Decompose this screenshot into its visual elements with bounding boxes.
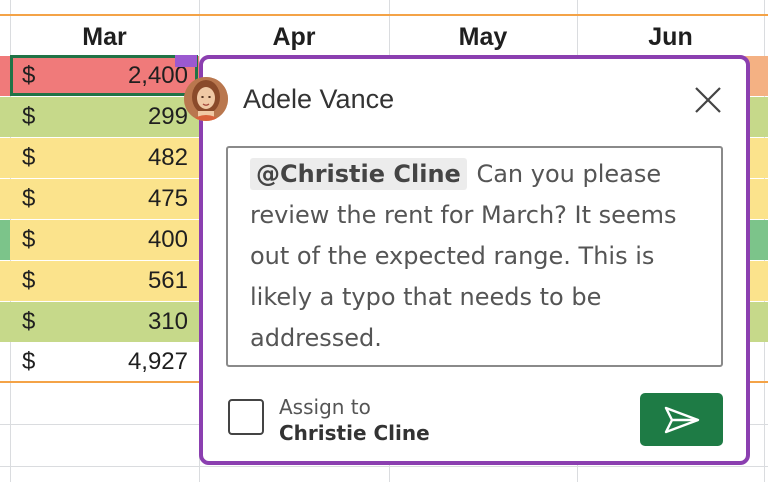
currency-symbol: $ [22, 103, 36, 130]
cell-value[interactable]: 482 [148, 138, 188, 178]
avatar [184, 77, 228, 121]
cell-value[interactable]: 310 [148, 302, 188, 342]
assign-name: Christie Cline [279, 421, 430, 445]
currency-symbol: $ [22, 308, 36, 335]
send-icon [664, 406, 700, 434]
cell-value[interactable]: 561 [148, 261, 188, 301]
close-icon [695, 87, 721, 113]
cell-value[interactable]: 475 [148, 179, 188, 219]
cell-fill [0, 220, 10, 260]
avatar-image [184, 77, 228, 121]
comment-body[interactable]: @Christie Cline Can you please review th… [250, 154, 712, 359]
column-header-apr[interactable]: Apr [199, 18, 389, 56]
total-value[interactable]: 4,927 [128, 342, 188, 382]
comment-indicator[interactable] [175, 55, 197, 67]
grid-line [0, 466, 768, 467]
column-header-may[interactable]: May [389, 18, 577, 56]
currency-symbol: $ [22, 185, 36, 212]
cell-value[interactable]: 299 [148, 97, 188, 137]
currency-symbol: $ [22, 144, 36, 171]
comment-author: Adele Vance [243, 84, 395, 114]
close-button[interactable] [690, 82, 726, 118]
header-border [0, 14, 768, 16]
assign-checkbox[interactable] [228, 399, 264, 435]
column-header-mar[interactable]: Mar [10, 18, 199, 56]
send-button[interactable] [640, 393, 723, 446]
currency-symbol: $ [22, 348, 36, 375]
assign-label: Assign to [279, 395, 371, 419]
mention-tag[interactable]: @Christie Cline [250, 158, 467, 190]
column-header-jun[interactable]: Jun [577, 18, 764, 56]
currency-symbol: $ [22, 267, 36, 294]
selected-cell[interactable] [10, 55, 198, 96]
cell-value[interactable]: 400 [148, 220, 188, 260]
currency-symbol: $ [22, 226, 36, 253]
